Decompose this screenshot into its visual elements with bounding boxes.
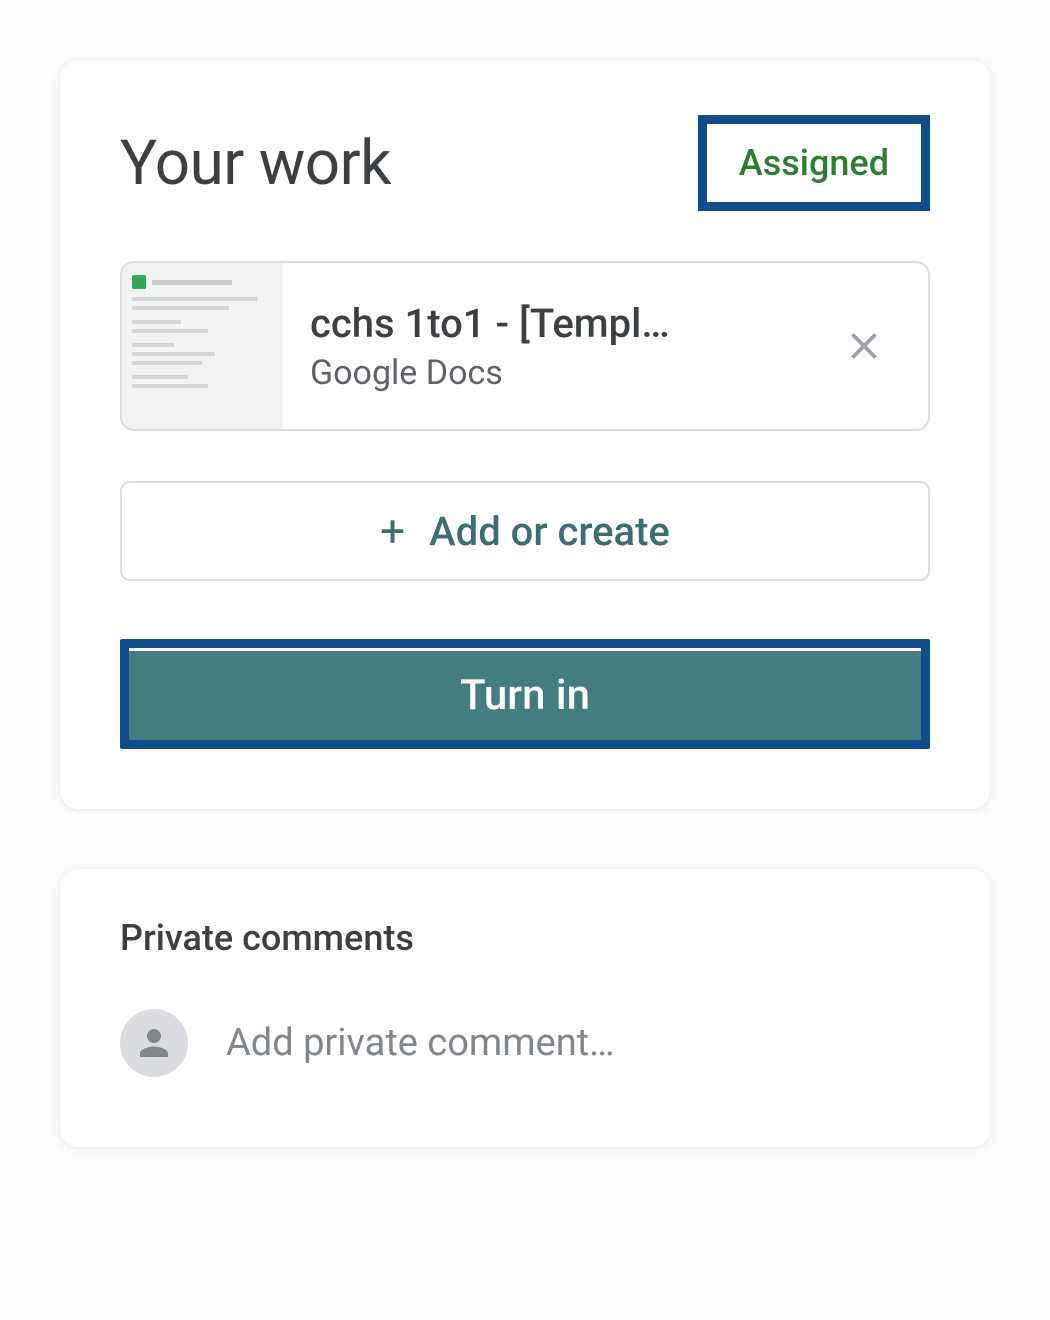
attachment-info: cchs 1to1 - [Templ… Google Docs [282,300,824,393]
close-icon [842,324,886,368]
avatar [120,1009,188,1077]
classroom-icon [132,275,146,289]
remove-attachment-button[interactable] [824,306,904,386]
your-work-title: Your work [120,127,391,200]
status-badge: Assigned [698,115,930,211]
attachment-row[interactable]: cchs 1to1 - [Templ… Google Docs [120,261,930,431]
comment-row [120,1009,930,1077]
turn-in-button[interactable]: Turn in [129,648,921,740]
private-comments-card: Private comments [60,869,990,1147]
private-comment-input[interactable] [226,1021,930,1065]
attachment-subtitle: Google Docs [310,353,796,393]
person-icon [133,1022,175,1064]
attachment-title: cchs 1to1 - [Templ… [310,300,796,347]
doc-thumbnail [122,263,282,429]
turn-in-highlight: Turn in [120,639,930,749]
add-or-create-label: Add or create [429,508,670,555]
add-or-create-button[interactable]: + Add or create [120,481,930,581]
your-work-card: Your work Assigned cchs 1to1 - [T [60,60,990,809]
work-header: Your work Assigned [120,115,930,211]
private-comments-title: Private comments [120,917,930,959]
turn-in-label: Turn in [460,671,590,720]
plus-icon: + [380,505,405,557]
